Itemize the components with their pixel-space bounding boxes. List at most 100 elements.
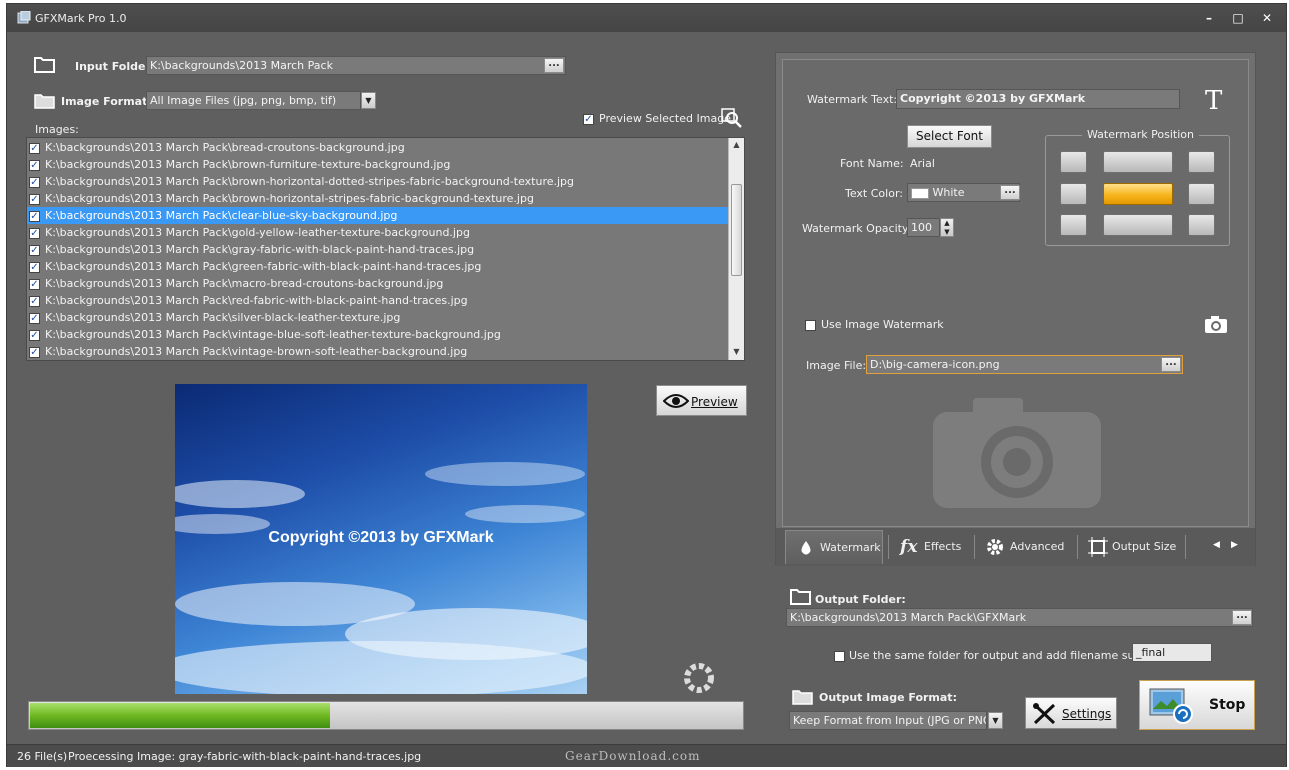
tab-scroll-left-icon[interactable]: ◀ (1213, 540, 1220, 550)
list-item[interactable]: ✓ K:\backgrounds\2013 March Pack\vintage-… (27, 326, 728, 343)
image-list-scrollbar[interactable]: ▲ ▼ (728, 138, 744, 360)
position-bottom-left[interactable] (1060, 214, 1087, 236)
position-middle-left[interactable] (1060, 183, 1087, 205)
preview-watermark-text: Copyright ©2013 by GFXMark (268, 529, 494, 546)
output-format-select[interactable]: Keep Format from Input (JPG or PNG) (789, 711, 987, 730)
minimize-button[interactable]: – (1200, 10, 1218, 26)
checkbox-checked-icon[interactable]: ✓ (29, 278, 40, 290)
image-file-field[interactable]: D:\big-camera-icon.png (866, 355, 1183, 374)
folder-open-icon[interactable] (33, 54, 57, 74)
position-middle-center[interactable] (1103, 183, 1173, 205)
checkbox-checked-icon[interactable]: ✓ (29, 210, 40, 222)
select-font-button[interactable]: Select Font (907, 125, 992, 148)
scroll-up-icon[interactable]: ▲ (729, 138, 744, 152)
chevron-down-icon[interactable]: ▼ (988, 712, 1003, 729)
list-item[interactable]: ✓ K:\backgrounds\2013 March Pack\brown-ho… (27, 190, 728, 207)
checkbox-checked-icon[interactable]: ✓ (29, 346, 40, 358)
list-item[interactable]: ✓ K:\backgrounds\2013 March Pack\green-fa… (27, 258, 728, 275)
same-folder-label: Use the same folder for output and add f… (849, 649, 1152, 662)
close-button[interactable]: ✕ (1258, 10, 1276, 26)
browse-input-folder-button[interactable]: ... (544, 58, 564, 73)
list-item[interactable]: ✓ K:\backgrounds\2013 March Pack\brown-ho… (27, 173, 728, 190)
settings-button-label: Settings (1062, 707, 1112, 721)
text-tool-icon[interactable]: T (1203, 86, 1227, 112)
checkbox-checked-icon[interactable]: ✓ (29, 312, 40, 324)
checkbox-unchecked-icon[interactable] (834, 650, 845, 662)
tab-effects[interactable]: fx Effects (900, 530, 970, 564)
magnifier-icon[interactable] (721, 108, 743, 130)
processing-status: Proecessing Image: gray-fabric-with-blac… (68, 750, 422, 763)
app-window: GFXMark Pro 1.0 – □ ✕ Input Folder: K:\b… (6, 3, 1287, 767)
list-item[interactable]: ✓ K:\backgrounds\2013 March Pack\clear-bl… (27, 207, 728, 224)
opacity-input[interactable]: 100 (907, 218, 940, 237)
position-top-center[interactable] (1103, 151, 1173, 173)
preview-selected-label: Preview Selected Image (599, 112, 731, 125)
pick-color-button[interactable]: ... (1000, 185, 1020, 200)
camera-icon[interactable] (1204, 314, 1228, 334)
watermark-text-input[interactable]: Copyright ©2013 by GFXMark (896, 89, 1180, 109)
chevron-down-icon[interactable]: ▼ (361, 92, 376, 109)
list-item[interactable]: ✓ K:\backgrounds\2013 March Pack\macro-br… (27, 275, 728, 292)
maximize-button[interactable]: □ (1229, 10, 1247, 26)
tab-watermark[interactable]: Watermark (785, 530, 883, 564)
list-item[interactable]: ✓ K:\backgrounds\2013 March Pack\vintage-… (27, 343, 728, 360)
image-list[interactable]: ✓ K:\backgrounds\2013 March Pack\bread-cr… (26, 137, 745, 361)
list-item[interactable]: ✓ K:\backgrounds\2013 March Pack\bread-cr… (27, 139, 728, 156)
tab-watermark-label: Watermark (820, 541, 881, 554)
checkbox-checked-icon[interactable]: ✓ (583, 113, 594, 125)
image-formats-select[interactable]: All Image Files (jpg, png, bmp, tif) (146, 91, 361, 110)
use-image-watermark-checkbox[interactable] (805, 318, 816, 331)
settings-tabs: Watermark fx Effects Advanced Output Siz… (776, 528, 1255, 566)
position-top-left[interactable] (1060, 151, 1087, 173)
browse-output-folder-button[interactable]: ... (1232, 610, 1252, 625)
position-bottom-center[interactable] (1103, 214, 1173, 236)
list-item[interactable]: ✓ K:\backgrounds\2013 March Pack\brown-fu… (27, 156, 728, 173)
scroll-down-icon[interactable]: ▼ (729, 345, 744, 359)
list-item[interactable]: ✓ K:\backgrounds\2013 March Pack\red-fabr… (27, 292, 728, 309)
checkbox-checked-icon[interactable]: ✓ (29, 142, 40, 154)
settings-button[interactable]: Settings (1025, 697, 1117, 729)
checkbox-checked-icon[interactable]: ✓ (29, 261, 40, 273)
watermark-text-label: Watermark Text: (807, 93, 898, 106)
text-color-value: White (932, 186, 965, 199)
tab-scroll-right-icon[interactable]: ▶ (1231, 540, 1238, 550)
checkbox-checked-icon[interactable]: ✓ (29, 227, 40, 239)
same-folder-checkbox[interactable] (834, 649, 845, 662)
checkbox-checked-icon[interactable]: ✓ (29, 244, 40, 256)
opacity-stepper[interactable]: ▲ ▼ (940, 218, 954, 237)
eye-icon (663, 394, 689, 408)
checkbox-unchecked-icon[interactable] (805, 319, 816, 331)
checkbox-checked-icon[interactable]: ✓ (29, 176, 40, 188)
list-item[interactable]: ✓ K:\backgrounds\2013 March Pack\silver-b… (27, 309, 728, 326)
output-format-label: Output Image Format: (819, 691, 957, 704)
list-item[interactable]: ✓ K:\backgrounds\2013 March Pack\gray-fab… (27, 241, 728, 258)
image-path: K:\backgrounds\2013 March Pack\macro-bre… (45, 277, 444, 290)
position-middle-right[interactable] (1188, 183, 1215, 205)
tab-output-size[interactable]: Output Size (1088, 530, 1188, 564)
filename-suffix-input[interactable]: _final (1132, 643, 1212, 662)
scroll-thumb[interactable] (731, 184, 742, 276)
image-file-label: Image File: (806, 359, 867, 372)
checkbox-checked-icon[interactable]: ✓ (29, 295, 40, 307)
browse-image-file-button[interactable]: ... (1161, 357, 1181, 372)
checkbox-checked-icon[interactable]: ✓ (29, 159, 40, 171)
file-count: 26 File(s) (17, 750, 68, 763)
list-item[interactable]: ✓ K:\backgrounds\2013 March Pack\gold-yel… (27, 224, 728, 241)
tab-advanced[interactable]: Advanced (984, 530, 1074, 564)
position-bottom-right[interactable] (1188, 214, 1215, 236)
position-top-right[interactable] (1188, 151, 1215, 173)
image-path: K:\backgrounds\2013 March Pack\vintage-b… (45, 345, 468, 358)
stop-button[interactable]: Stop (1139, 680, 1255, 730)
font-name-value: Arial (910, 157, 935, 170)
tab-effects-label: Effects (924, 540, 962, 553)
preview-button[interactable]: Preview (656, 385, 747, 416)
site-watermark: GearDownload.com (565, 749, 701, 763)
tools-icon (1033, 703, 1056, 725)
checkbox-checked-icon[interactable]: ✓ (29, 193, 40, 205)
preview-selected-checkbox[interactable]: ✓ (583, 112, 594, 125)
output-folder-field[interactable]: K:\backgrounds\2013 March Pack\GFXMark (786, 608, 1253, 627)
output-folder-icon[interactable] (789, 586, 813, 606)
input-folder-field[interactable]: K:\backgrounds\2013 March Pack (146, 56, 566, 75)
checkbox-checked-icon[interactable]: ✓ (29, 329, 40, 341)
output-format-icon (792, 690, 813, 705)
